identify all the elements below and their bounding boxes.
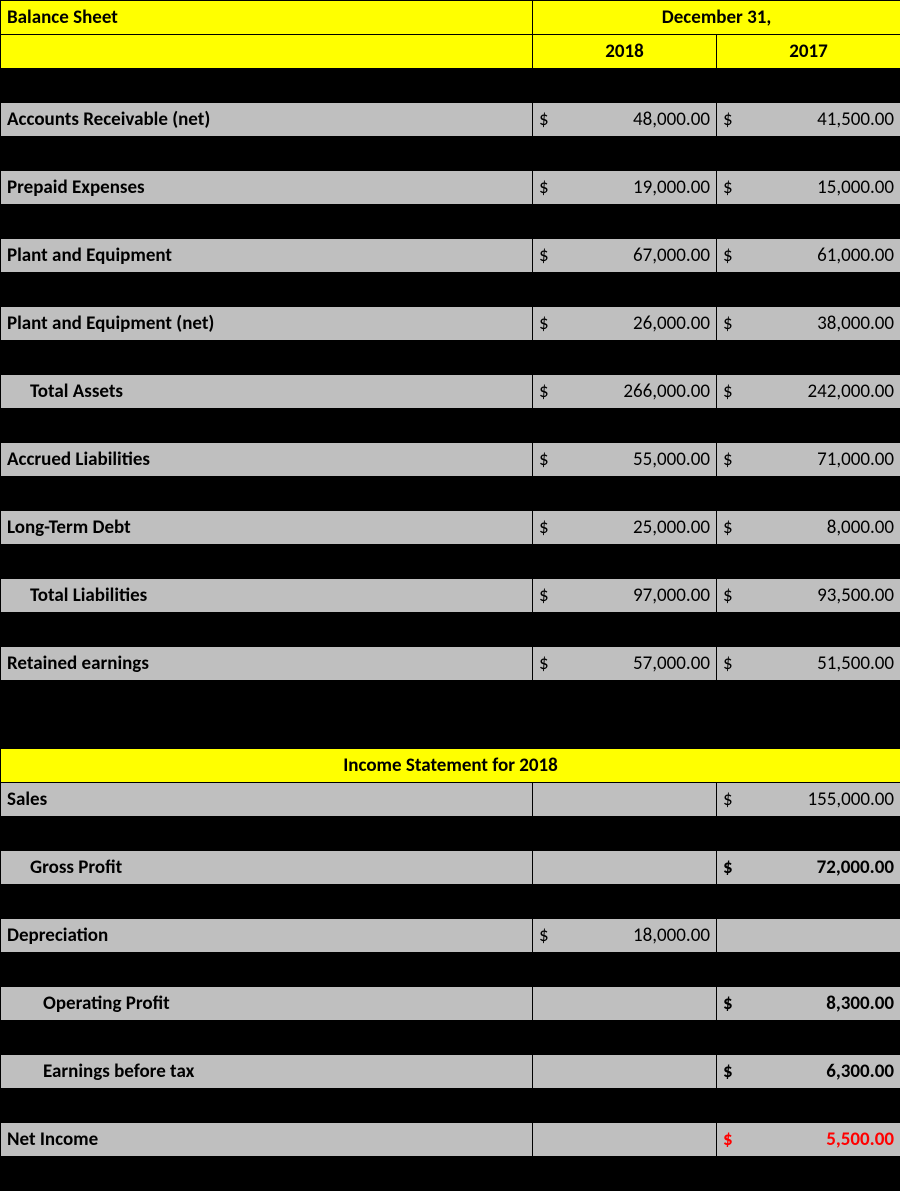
row-depreciation: Depreciation $18,000.00 (1, 919, 900, 953)
label-plant-equipment: Plant and Equipment (1, 239, 533, 273)
row-long-term-debt: Long-Term Debt $25,000.00 $8,000.00 (1, 511, 900, 545)
row-prepaid-expenses: Prepaid Expenses $19,000.00 $15,000.00 (1, 171, 900, 205)
value-2018: $57,000.00 (533, 647, 717, 681)
spacer-row (1, 953, 900, 987)
value-2017: $8,000.00 (717, 511, 900, 545)
blank-cell (533, 1123, 717, 1157)
spacer-row (1, 1089, 900, 1123)
row-accounts-receivable: Accounts Receivable (net) $48,000.00 $41… (1, 103, 900, 137)
value-2017: $38,000.00 (717, 307, 900, 341)
value-2018: $266,000.00 (533, 375, 717, 409)
spacer-row (1, 205, 900, 239)
value-2017: $61,000.00 (717, 239, 900, 273)
value-2017: $41,500.00 (717, 103, 900, 137)
label-earnings-before-tax: Earnings before tax (1, 1055, 533, 1089)
spacer-row (1, 1021, 900, 1055)
spacer-row (1, 137, 900, 171)
spacer-row (1, 817, 900, 851)
row-earnings-before-tax: Earnings before tax $6,300.00 (1, 1055, 900, 1089)
blank-cell (717, 919, 900, 953)
value-sales: $155,000.00 (717, 783, 900, 817)
row-retained-earnings: Retained earnings $57,000.00 $51,500.00 (1, 647, 900, 681)
value-2017: $15,000.00 (717, 171, 900, 205)
value-2018: $55,000.00 (533, 443, 717, 477)
blank-header-cell (1, 35, 533, 69)
label-total-assets: Total Assets (1, 375, 533, 409)
label-gross-profit: Gross Profit (1, 851, 533, 885)
label-net-income: Net Income (1, 1123, 533, 1157)
value-operating-profit: $8,300.00 (717, 987, 900, 1021)
income-statement-title: Income Statement for 2018 (1, 749, 900, 783)
row-sales: Sales $155,000.00 (1, 783, 900, 817)
label-operating-profit: Operating Profit (1, 987, 533, 1021)
spacer-row (1, 409, 900, 443)
spacer-row (1, 477, 900, 511)
blank-cell (533, 1055, 717, 1089)
value-2017: $71,000.00 (717, 443, 900, 477)
spacer-row (1, 681, 900, 715)
value-2018: $25,000.00 (533, 511, 717, 545)
label-long-term-debt: Long-Term Debt (1, 511, 533, 545)
spacer-row (1, 341, 900, 375)
row-net-income: Net Income $5,500.00 (1, 1123, 900, 1157)
spacer-row (1, 715, 900, 749)
financial-statements-table: Balance Sheet December 31, 2018 2017 Acc… (0, 0, 900, 1191)
year-2017-header: 2017 (717, 35, 900, 69)
row-gross-profit: Gross Profit $72,000.00 (1, 851, 900, 885)
label-total-liabilities: Total Liabilities (1, 579, 533, 613)
label-depreciation: Depreciation (1, 919, 533, 953)
blank-cell (533, 783, 717, 817)
value-2018: $48,000.00 (533, 103, 717, 137)
spacer-row (1, 1157, 900, 1191)
year-2018-header: 2018 (533, 35, 717, 69)
spacer-row (1, 69, 900, 103)
row-total-liabilities: Total Liabilities $97,000.00 $93,500.00 (1, 579, 900, 613)
blank-cell (533, 851, 717, 885)
row-plant-equipment: Plant and Equipment $67,000.00 $61,000.0… (1, 239, 900, 273)
spacer-row (1, 273, 900, 307)
label-prepaid-expenses: Prepaid Expenses (1, 171, 533, 205)
label-sales: Sales (1, 783, 533, 817)
row-accrued-liabilities: Accrued Liabilities $55,000.00 $71,000.0… (1, 443, 900, 477)
balance-sheet-title: Balance Sheet (1, 1, 533, 35)
spacer-row (1, 545, 900, 579)
value-2018: $19,000.00 (533, 171, 717, 205)
value-2017: $93,500.00 (717, 579, 900, 613)
value-2018: $67,000.00 (533, 239, 717, 273)
label-accrued-liabilities: Accrued Liabilities (1, 443, 533, 477)
row-plant-equipment-net: Plant and Equipment (net) $26,000.00 $38… (1, 307, 900, 341)
blank-cell (533, 987, 717, 1021)
label-plant-equipment-net: Plant and Equipment (net) (1, 307, 533, 341)
spacer-row (1, 885, 900, 919)
value-depreciation: $18,000.00 (533, 919, 717, 953)
value-2018: $26,000.00 (533, 307, 717, 341)
row-total-assets: Total Assets $266,000.00 $242,000.00 (1, 375, 900, 409)
value-gross-profit: $72,000.00 (717, 851, 900, 885)
period-header: December 31, (533, 1, 900, 35)
value-2018: $97,000.00 (533, 579, 717, 613)
label-accounts-receivable: Accounts Receivable (net) (1, 103, 533, 137)
row-operating-profit: Operating Profit $8,300.00 (1, 987, 900, 1021)
value-net-income: $5,500.00 (717, 1123, 900, 1157)
value-2017: $51,500.00 (717, 647, 900, 681)
label-retained-earnings: Retained earnings (1, 647, 533, 681)
value-earnings-before-tax: $6,300.00 (717, 1055, 900, 1089)
spacer-row (1, 613, 900, 647)
value-2017: $242,000.00 (717, 375, 900, 409)
